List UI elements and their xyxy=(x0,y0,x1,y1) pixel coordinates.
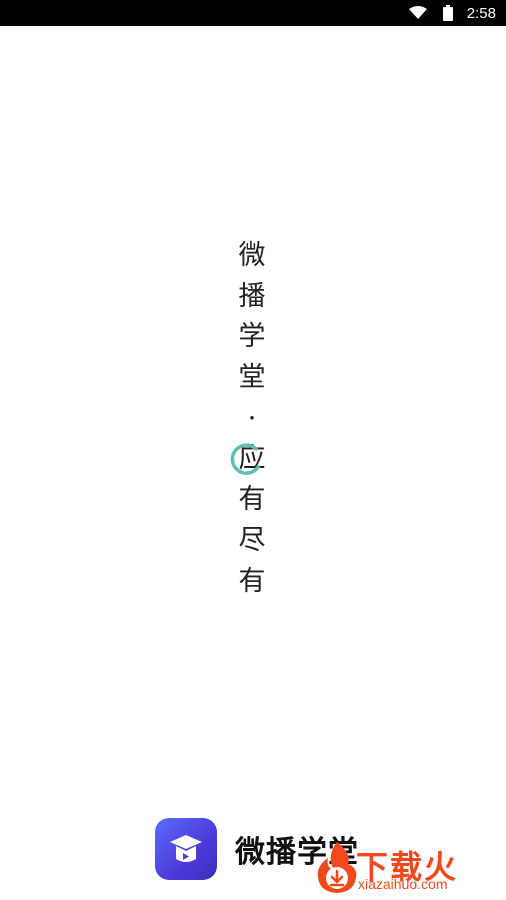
graduation-cap-play-icon xyxy=(155,818,217,880)
slogan-char: 有 xyxy=(238,565,266,597)
watermark-url: xiazaihuo.com xyxy=(358,876,448,892)
slogan: 微 播 学 堂 · 应 有 尽 有 xyxy=(232,236,272,602)
battery-icon xyxy=(437,5,459,21)
status-bar: 2:58 xyxy=(0,0,506,26)
slogan-char: 微 xyxy=(238,240,266,271)
slogan-char: 播 xyxy=(238,280,266,312)
flame-download-icon xyxy=(312,840,362,894)
slogan-char: 堂 xyxy=(238,362,266,394)
slogan-char: 学 xyxy=(238,321,266,353)
slogan-char: · xyxy=(247,402,257,434)
slogan-char: 有 xyxy=(238,484,266,516)
status-time: 2:58 xyxy=(466,4,496,22)
loading-spinner-icon xyxy=(228,441,264,477)
wifi-icon xyxy=(407,5,429,21)
watermark: 下载火 xiazaihuo.com xyxy=(300,836,505,896)
slogan-char: 尽 xyxy=(238,524,266,556)
splash-screen: 2:58 微 播 学 堂 · 应 有 尽 有 微播学堂 下载火 xiazaihu… xyxy=(0,0,506,900)
